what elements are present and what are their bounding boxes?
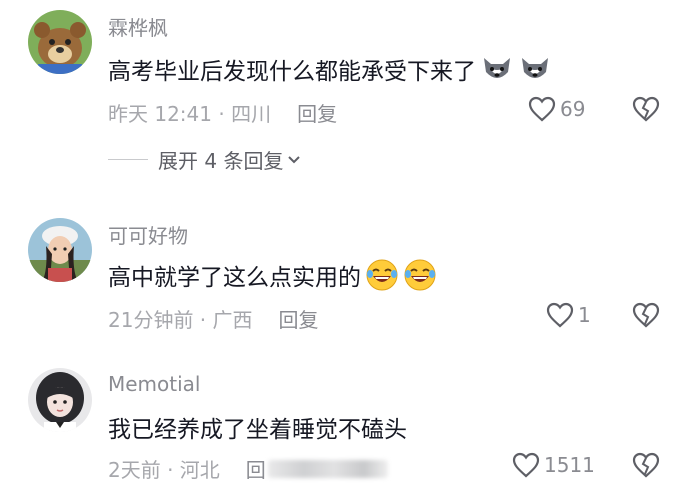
reply-button[interactable]: 回 xyxy=(246,454,266,483)
time-location: 21分钟前 · 广西 xyxy=(108,308,253,332)
dislike-button[interactable] xyxy=(632,302,660,328)
like-button[interactable]: 1 xyxy=(546,302,591,328)
comment-meta: 昨天 12:41 · 四川 回复 xyxy=(108,98,337,127)
wolf-face-emoji xyxy=(480,52,514,86)
expand-replies-label: 展开 4 条回复 xyxy=(158,149,284,173)
comment-text: 高中就学了这么点实用的 xyxy=(108,258,437,292)
like-count: 69 xyxy=(560,97,586,121)
comment-text-body: 高考毕业后发现什么都能承受下来了 xyxy=(108,59,476,85)
like-button[interactable]: 69 xyxy=(528,96,585,122)
avatar[interactable] xyxy=(28,10,92,74)
reply-button[interactable]: 回复 xyxy=(297,98,337,127)
expand-replies-button[interactable]: 展开 4 条回复 xyxy=(108,145,301,174)
time-location: 昨天 12:41 · 四川 xyxy=(108,102,272,126)
dislike-button[interactable] xyxy=(632,96,660,122)
avatar[interactable] xyxy=(28,368,92,432)
wolf-face-emoji xyxy=(518,52,552,86)
laughing-tears-emoji xyxy=(365,258,399,292)
username[interactable]: 可可好物 xyxy=(108,220,188,249)
broken-heart-icon xyxy=(632,302,660,328)
chevron-down-icon xyxy=(288,155,301,163)
heart-icon xyxy=(528,96,556,122)
heart-icon xyxy=(546,302,574,328)
comment-item: 霖桦枫 高考毕业后发现什么都能承受下来了 昨天 12:41 · 四川 回复 69… xyxy=(0,0,690,190)
comment-text: 高考毕业后发现什么都能承受下来了 xyxy=(108,52,552,86)
heart-icon xyxy=(512,452,540,478)
dislike-button[interactable] xyxy=(632,452,660,478)
divider-line xyxy=(108,159,148,160)
comment-text-body: 我已经养成了坐着睡觉不磕头 xyxy=(108,417,407,443)
comment-item: 可可好物 高中就学了这么点实用的 21分钟前 · 广西 回复 1 xyxy=(0,210,690,360)
reply-button[interactable]: 回复 xyxy=(279,304,319,333)
broken-heart-icon xyxy=(632,96,660,122)
like-count: 1511 xyxy=(544,453,595,477)
laughing-tears-emoji xyxy=(403,258,437,292)
avatar[interactable] xyxy=(28,218,92,282)
broken-heart-icon xyxy=(632,452,660,478)
comment-meta: 2天前 · 河北 回 xyxy=(108,454,388,483)
like-count: 1 xyxy=(578,303,591,327)
comment-text-body: 高中就学了这么点实用的 xyxy=(108,265,361,291)
comment-item: Memotial 我已经养成了坐着睡觉不磕头 2天前 · 河北 回 1511 xyxy=(0,366,690,484)
username[interactable]: 霖桦枫 xyxy=(108,12,168,41)
username[interactable]: Memotial xyxy=(108,372,201,396)
like-button[interactable]: 1511 xyxy=(512,452,595,478)
comment-meta: 21分钟前 · 广西 回复 xyxy=(108,304,319,333)
time-location: 2天前 · 河北 xyxy=(108,458,220,482)
blurred-overlay xyxy=(267,459,388,478)
comment-text: 我已经养成了坐着睡觉不磕头 xyxy=(108,410,407,444)
